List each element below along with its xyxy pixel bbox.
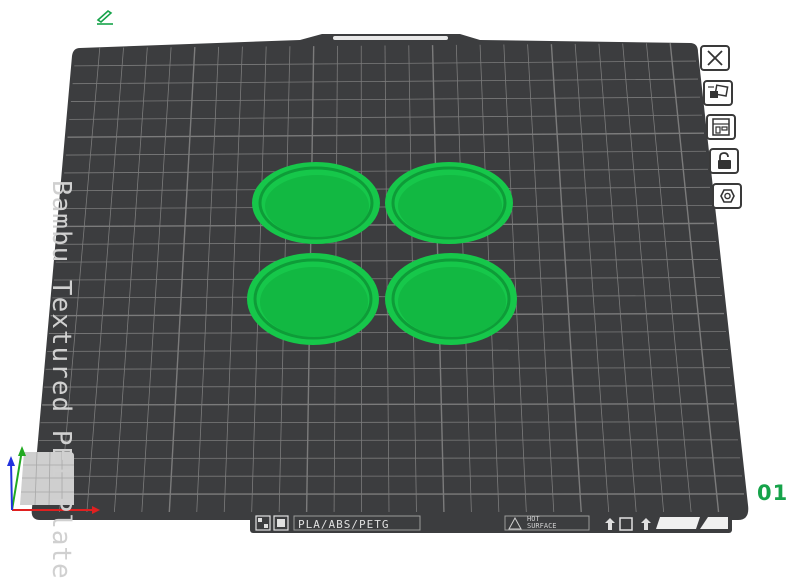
part-4[interactable]: [385, 253, 517, 345]
plate-layout-button[interactable]: [706, 114, 736, 140]
plate-settings-button[interactable]: [712, 183, 742, 209]
plate-corner-mark: [656, 517, 700, 529]
axis-y-arrow: [18, 446, 26, 456]
axis-z-arrow: [7, 456, 15, 466]
edit-plate-name-icon[interactable]: [95, 9, 115, 25]
arrange-button[interactable]: [703, 80, 733, 106]
filament-label: PLA/ABS/PETG: [298, 518, 389, 531]
lock-button[interactable]: [709, 148, 739, 174]
close-icon: [703, 48, 727, 68]
hex-nut-icon: [715, 186, 739, 206]
part-2[interactable]: [385, 162, 513, 244]
layout-icon: [709, 117, 733, 137]
lock-icon: [712, 151, 736, 171]
plate-name-text: Bambu Textured PEI Plate: [46, 180, 76, 580]
plate-number: 01: [757, 481, 788, 505]
part-3[interactable]: [247, 253, 379, 345]
axis-z: [11, 462, 12, 510]
build-plate[interactable]: [32, 34, 749, 520]
plate-handle: [333, 36, 448, 40]
3d-viewport[interactable]: [0, 0, 800, 545]
delete-plate-button[interactable]: [700, 45, 730, 71]
part-1[interactable]: [252, 162, 380, 244]
hot-surface-label: HOT SURFACE: [527, 516, 567, 530]
arrange-icon: [706, 83, 730, 103]
